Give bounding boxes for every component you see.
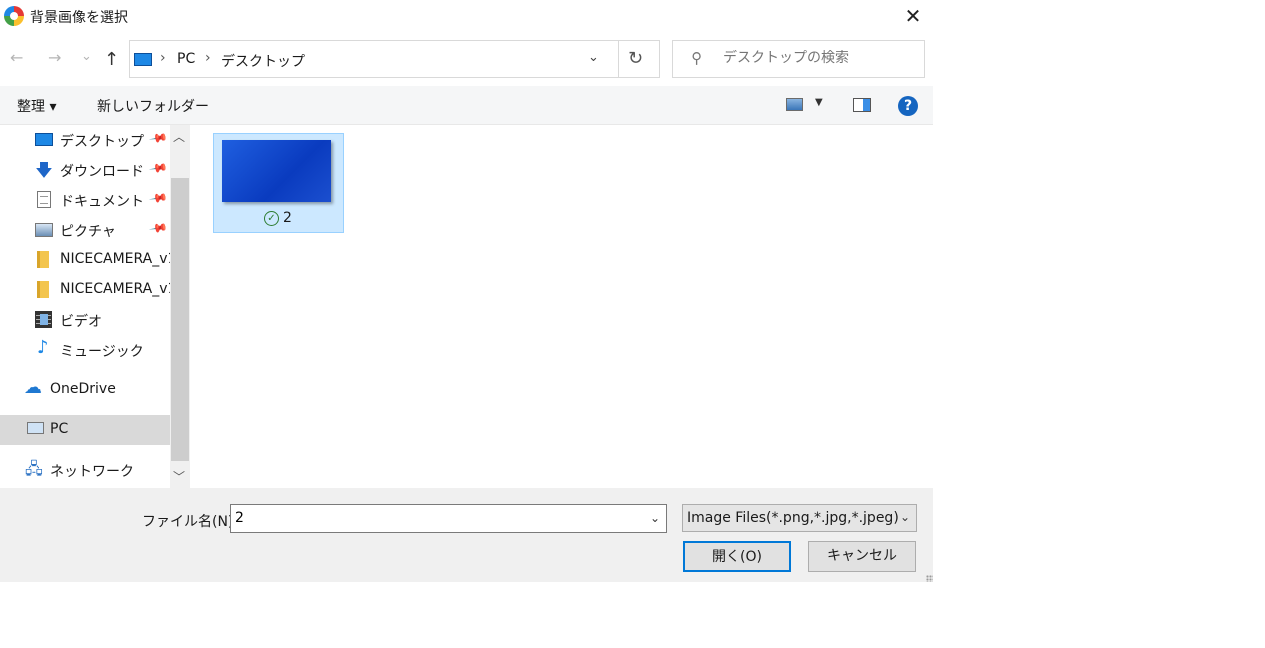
search-input[interactable] — [723, 50, 913, 66]
navigation-pane: デスクトップ 📌 🡇 ダウンロード 📌 ドキュメント 📌 ピクチャ 📌 NICE… — [0, 125, 170, 488]
pc-location-icon — [134, 53, 152, 66]
address-divider — [618, 41, 619, 77]
close-button[interactable]: ✕ — [893, 0, 933, 33]
sidebar-item-label: ビデオ — [60, 314, 102, 330]
refresh-button[interactable]: ↻ — [628, 48, 643, 69]
search-icon: ⚲ — [691, 49, 702, 67]
scrollbar-thumb[interactable] — [171, 178, 189, 461]
sidebar-item-music[interactable]: ♪ ミュージック — [0, 335, 170, 365]
download-icon: 🡇 — [35, 161, 53, 181]
sidebar-item-label: デスクトップ — [60, 134, 144, 150]
title-bar: 背景画像を選択 ✕ — [0, 0, 933, 33]
sidebar-item-videos[interactable]: ビデオ — [0, 305, 170, 335]
sidebar-item-label: ダウンロード — [60, 164, 144, 180]
scroll-down-icon[interactable]: ﹀ — [173, 468, 185, 485]
sidebar-item-label: ミュージック — [60, 344, 144, 360]
filetype-select[interactable]: Image Files(*.png,*.jpg,*.jpeg) ⌄ — [682, 504, 917, 532]
pc-icon — [27, 422, 44, 434]
document-icon — [37, 191, 51, 208]
sidebar-item-pictures[interactable]: ピクチャ 📌 — [0, 215, 170, 245]
folder-icon — [37, 281, 49, 298]
filetype-dropdown-icon[interactable]: ⌄ — [900, 510, 910, 524]
preview-pane-icon[interactable] — [853, 98, 871, 112]
sidebar-item-network[interactable]: 🖧 ネットワーク — [0, 455, 170, 485]
breadcrumb-desktop[interactable]: デスクトップ — [221, 51, 305, 71]
resize-grip[interactable] — [926, 575, 933, 582]
scroll-up-icon[interactable]: ︿ — [173, 128, 185, 145]
command-toolbar: 整理 ▾ 新しいフォルダー ▼ ? — [0, 86, 933, 125]
help-icon[interactable]: ? — [898, 96, 918, 116]
music-icon: ♪ — [37, 337, 49, 358]
organize-button[interactable]: 整理 ▾ — [17, 96, 56, 116]
onedrive-icon: ☁ — [24, 377, 42, 398]
pin-icon[interactable]: 📌 — [148, 158, 168, 178]
folder-icon — [37, 251, 49, 268]
file-list: ✓ 2 — [190, 125, 933, 488]
address-dropdown-icon[interactable]: ⌄ — [588, 50, 599, 65]
pin-icon[interactable]: 📌 — [148, 218, 168, 238]
sidebar-item-documents[interactable]: ドキュメント 📌 — [0, 185, 170, 215]
breadcrumb-separator[interactable]: › — [205, 50, 211, 66]
pin-icon[interactable]: 📌 — [148, 188, 168, 208]
pictures-icon — [35, 223, 53, 237]
up-button[interactable]: ↑ — [104, 49, 119, 70]
navigation-bar: ← → ⌄ ↑ › PC › デスクトップ ⌄ ↻ ⚲ — [0, 40, 933, 80]
sidebar-item-pc[interactable]: PC — [0, 415, 170, 445]
pin-icon[interactable]: 📌 — [148, 128, 168, 148]
filetype-label: Image Files(*.png,*.jpg,*.jpeg) — [687, 510, 899, 526]
dialog-footer: ファイル名(N): ⌄ Image Files(*.png,*.jpg,*.jp… — [0, 488, 933, 582]
network-icon: 🖧 — [25, 459, 43, 478]
new-folder-button[interactable]: 新しいフォルダー — [97, 96, 209, 116]
breadcrumb-separator[interactable]: › — [160, 50, 166, 66]
sync-status-icon: ✓ — [264, 211, 279, 226]
sidebar-item-label: NICECAMERA_v1 — [60, 251, 170, 267]
sidebar-item-label: PC — [50, 421, 69, 437]
breadcrumb-pc[interactable]: PC — [177, 51, 195, 67]
sidebar-item-label: OneDrive — [50, 381, 116, 397]
filename-dropdown-icon[interactable]: ⌄ — [650, 511, 660, 525]
filename-combobox[interactable]: ⌄ — [230, 504, 667, 533]
sidebar-item-label: ネットワーク — [50, 464, 134, 480]
sidebar-item-label: ドキュメント — [60, 194, 144, 210]
back-button[interactable]: ← — [10, 48, 23, 67]
recent-locations-button[interactable]: ⌄ — [81, 49, 92, 64]
search-box[interactable]: ⚲ — [672, 40, 925, 78]
open-button[interactable]: 開く(O) — [683, 541, 791, 572]
view-dropdown-icon[interactable]: ▼ — [815, 97, 823, 108]
sidebar-item-desktop[interactable]: デスクトップ 📌 — [0, 125, 170, 155]
file-name: 2 — [283, 210, 292, 226]
sidebar-scrollbar[interactable]: ︿ ﹀ — [170, 125, 190, 488]
cancel-button[interactable]: キャンセル — [808, 541, 916, 572]
filename-label: ファイル名(N): — [142, 514, 239, 530]
sidebar-item-nicecamera[interactable]: NICECAMERA_v1 — [0, 275, 170, 305]
file-item[interactable]: ✓ 2 — [213, 133, 344, 233]
forward-button[interactable]: → — [48, 48, 61, 67]
video-icon — [35, 311, 52, 328]
file-open-dialog: 背景画像を選択 ✕ ← → ⌄ ↑ › PC › デスクトップ ⌄ ↻ ⚲ 整理… — [0, 0, 933, 582]
sidebar-item-label: ピクチャ — [60, 224, 116, 240]
window-title: 背景画像を選択 — [30, 10, 128, 26]
sidebar-item-label: NICECAMERA_v1 — [60, 281, 170, 297]
sidebar-item-onedrive[interactable]: ☁ OneDrive — [0, 375, 170, 405]
sidebar-item-downloads[interactable]: 🡇 ダウンロード 📌 — [0, 155, 170, 185]
desktop-icon — [35, 133, 53, 146]
address-bar[interactable]: › PC › デスクトップ ⌄ ↻ — [129, 40, 660, 78]
view-options-icon[interactable] — [786, 98, 803, 111]
sidebar-item-nicecamera[interactable]: NICECAMERA_v1 — [0, 245, 170, 275]
image-thumbnail — [222, 140, 331, 202]
filename-input[interactable] — [235, 510, 635, 526]
app-icon — [4, 6, 24, 26]
